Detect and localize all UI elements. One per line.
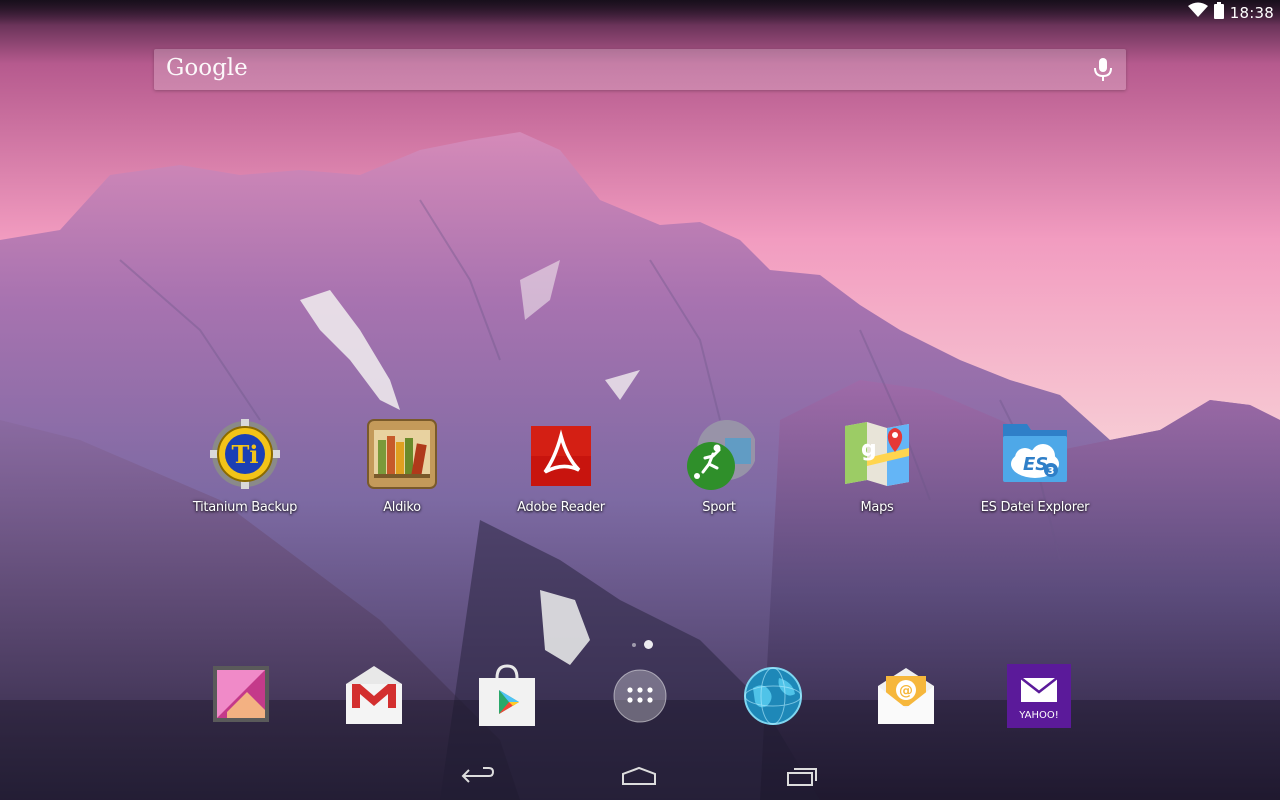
app-label: Adobe Reader xyxy=(517,500,605,515)
page-dot xyxy=(632,643,636,647)
recents-button[interactable] xyxy=(762,752,842,800)
home-icon xyxy=(622,766,656,785)
app-label: Aldiko xyxy=(383,500,421,515)
dock-browser[interactable] xyxy=(739,662,807,730)
app-es-file-explorer[interactable]: ES 3 ES Datei Explorer xyxy=(955,418,1115,518)
battery-icon xyxy=(1213,1,1224,24)
dock-gallery[interactable] xyxy=(207,662,275,730)
clock: 18:38 xyxy=(1229,3,1274,22)
es-file-explorer-icon[interactable]: ES 3 xyxy=(999,418,1071,490)
app-drawer-icon xyxy=(613,669,667,723)
svg-text:@: @ xyxy=(899,683,913,699)
dock-email[interactable]: @ xyxy=(872,662,940,730)
wifi-icon xyxy=(1187,2,1208,23)
back-button[interactable] xyxy=(437,752,517,800)
navigation-bar xyxy=(0,752,1280,800)
app-maps[interactable]: g Maps xyxy=(797,418,957,518)
sport-icon[interactable] xyxy=(683,418,757,490)
yahoo-mail-icon: YAHOO! xyxy=(1007,664,1071,728)
status-bar: 18:38 xyxy=(0,0,1280,25)
page-dot-current xyxy=(644,640,653,649)
maps-icon[interactable]: g xyxy=(841,418,913,490)
titanium-backup-icon[interactable]: Ti xyxy=(209,418,281,490)
svg-text:g: g xyxy=(861,437,877,462)
svg-text:YAHOO!: YAHOO! xyxy=(1018,710,1058,721)
dock-yahoo-mail[interactable]: YAHOO! xyxy=(1005,662,1073,730)
status-icons: 18:38 xyxy=(1187,1,1274,24)
google-search-bar[interactable]: Google xyxy=(154,49,1126,90)
home-button[interactable] xyxy=(599,752,679,800)
app-aldiko[interactable]: Aldiko xyxy=(322,418,482,518)
app-label: Maps xyxy=(860,500,894,515)
dock-gmail[interactable] xyxy=(340,662,408,730)
email-icon: @ xyxy=(878,668,934,724)
app-sport[interactable]: Sport xyxy=(639,418,799,518)
gmail-icon xyxy=(346,666,402,724)
app-label: ES Datei Explorer xyxy=(980,500,1090,515)
adobe-reader-icon[interactable] xyxy=(525,418,597,490)
app-label: Sport xyxy=(702,500,736,515)
app-label: Titanium Backup xyxy=(192,500,298,515)
dock-play-store[interactable] xyxy=(473,662,541,730)
gallery-icon xyxy=(213,666,269,722)
app-titanium-backup[interactable]: Ti Titanium Backup xyxy=(165,418,325,518)
app-adobe-reader[interactable]: Adobe Reader xyxy=(481,418,641,518)
google-logo[interactable]: Google xyxy=(166,55,248,81)
play-store-icon xyxy=(479,664,535,726)
aldiko-icon[interactable] xyxy=(366,418,438,490)
svg-text:3: 3 xyxy=(1048,466,1055,477)
dock-app-drawer[interactable] xyxy=(606,662,674,730)
browser-globe-icon xyxy=(744,667,802,725)
page-indicator xyxy=(628,640,658,650)
back-icon xyxy=(461,767,495,783)
svg-text:Ti: Ti xyxy=(232,440,259,469)
mic-icon[interactable] xyxy=(1094,58,1112,87)
recents-icon xyxy=(787,768,817,786)
